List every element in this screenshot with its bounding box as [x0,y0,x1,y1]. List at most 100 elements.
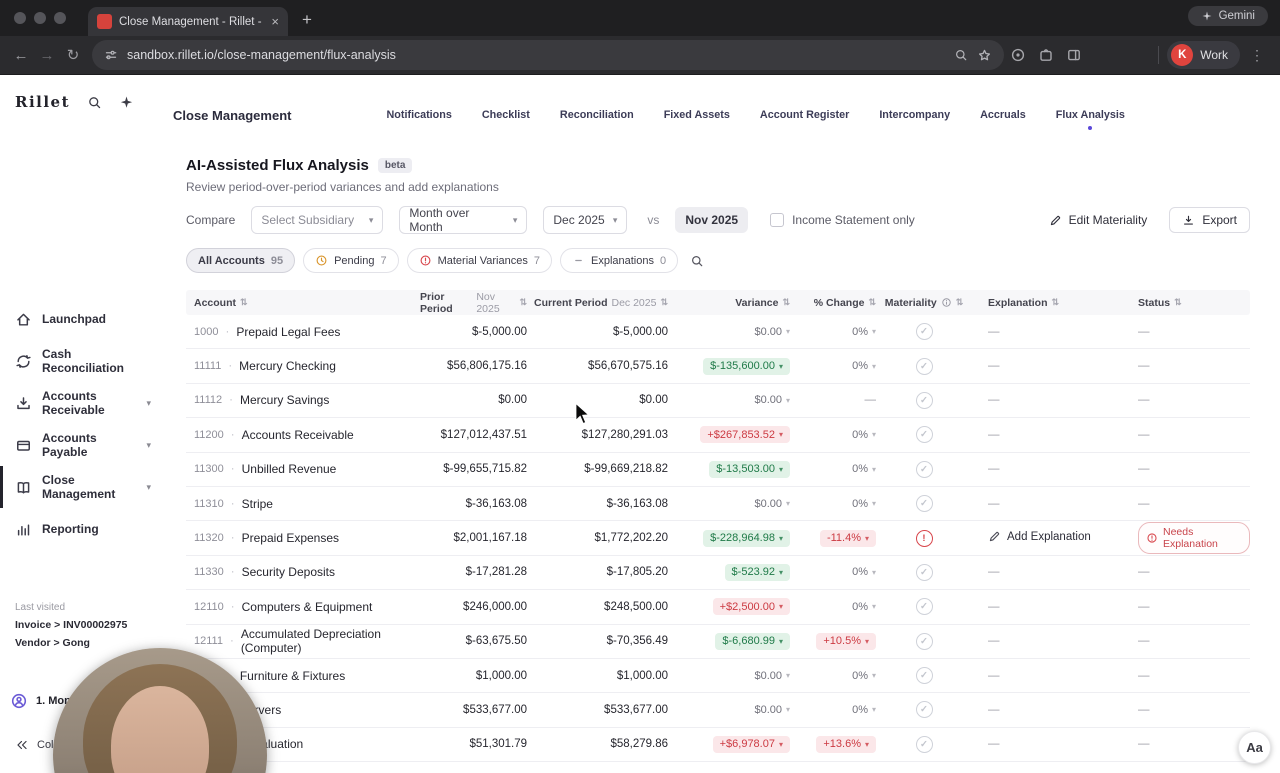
materiality-check-icon[interactable]: ✓ [915,563,933,581]
column-header-status[interactable]: Status ⇅ [1120,297,1250,309]
variance-chip[interactable]: $-13,503.00 ▾ [709,460,790,478]
variance-chip[interactable]: $-228,964.98 ▾ [703,529,790,547]
column-header-materiality[interactable]: Materiality ⇅ [880,297,968,309]
sidebar-search-icon[interactable] [87,95,102,110]
topnav-item-intercompany[interactable]: Intercompany [879,109,950,121]
browser-menu-icon[interactable]: ⋮ [1244,47,1270,64]
topnav-item-account-register[interactable]: Account Register [760,109,849,121]
sort-icon[interactable]: ⇅ [1052,297,1060,308]
variance-chip[interactable]: $0.00 ▾ [754,392,790,409]
add-explanation-button[interactable]: Add Explanation [988,530,1091,543]
variance-chip[interactable]: +$267,853.52 ▾ [700,426,790,444]
rillet-logo[interactable]: Rillet [15,93,70,111]
forward-button[interactable]: → [34,47,60,64]
sort-icon[interactable]: ⇅ [240,297,248,308]
income-statement-checkbox[interactable] [770,213,785,227]
change-chip[interactable]: 0% ▾ [852,358,876,375]
sidebar-item-accounts-payable[interactable]: Accounts Payable ▾ [0,424,163,466]
table-row[interactable]: 11320 · Prepaid Expenses $2,001,167.18 $1,77… [186,521,1250,556]
materiality-alert-icon[interactable]: ! [915,529,933,547]
extension-icon[interactable] [1010,47,1026,63]
account-name[interactable]: Security Deposits [242,565,335,579]
account-name[interactable]: Unbilled Revenue [242,462,337,476]
materiality-check-icon[interactable]: ✓ [915,667,933,685]
variance-chip[interactable]: $0.00 ▾ [754,701,790,718]
change-chip[interactable]: -11.4% ▾ [819,529,876,547]
filter-chip-explanations[interactable]: Explanations 0 [559,248,679,273]
materiality-check-icon[interactable]: ✓ [915,598,933,616]
browser-tab[interactable]: Close Management - Rillet - × [88,7,288,36]
column-header-variance[interactable]: Variance ⇅ [672,297,794,309]
extensions-puzzle-icon[interactable] [1038,47,1054,63]
sort-icon[interactable]: ⇅ [868,297,876,308]
sidebar-item-reporting[interactable]: Reporting [0,508,163,550]
variance-chip[interactable]: +$6,978.07 ▾ [712,735,790,753]
maximize-window-button[interactable] [54,12,66,24]
comparison-method-select[interactable]: Month over Month ▾ [399,206,528,234]
back-button[interactable]: ← [8,47,34,64]
account-name[interactable]: Prepaid Expenses [242,531,339,545]
url-text[interactable]: sandbox.rillet.io/close-management/flux-… [127,48,945,62]
change-chip[interactable]: +13.6% ▾ [816,735,876,753]
change-chip[interactable]: 0% ▾ [852,461,876,478]
account-name[interactable]: Furniture & Fixtures [240,669,345,683]
comparison-period-chip[interactable]: Nov 2025 [675,207,749,233]
table-row[interactable]: ·Revaluation$51,301.79$58,279.86+$6,978.… [186,728,1250,763]
edit-materiality-button[interactable]: Edit Materiality [1049,213,1147,227]
change-chip[interactable]: 0% ▾ [852,426,876,443]
column-header-change[interactable]: % Change ⇅ [794,297,880,309]
sort-icon[interactable]: ⇅ [956,297,964,308]
last-visited-link[interactable]: Vendor > Gong [15,637,127,649]
reload-button[interactable]: ↻ [60,46,86,64]
table-row[interactable]: ·Servers$533,677.00$533,677.00$0.00▾0%▾✓… [186,693,1250,728]
account-name[interactable]: Mercury Savings [240,393,329,407]
table-row[interactable]: 1000 · Prepaid Legal Fees $-5,000.00 $-5,000… [186,315,1250,350]
export-button[interactable]: Export [1169,207,1250,233]
materiality-check-icon[interactable]: ✓ [915,391,933,409]
address-search-icon[interactable] [954,48,968,62]
sidebar-item-accounts-receivable[interactable]: Accounts Receivable ▾ [0,382,163,424]
account-name[interactable]: Stripe [242,497,273,511]
table-row[interactable]: 11200 · Accounts Receivable $127,012,437.51… [186,418,1250,453]
account-name[interactable]: Mercury Checking [239,359,336,373]
table-row[interactable]: 11112 · Mercury Savings $0.00 $0.00 $0.00 ▾ — ✓ —… [186,384,1250,419]
sidebar-item-close-management[interactable]: Close Management ▾ [0,466,163,508]
account-name[interactable]: Computers & Equipment [242,600,373,614]
column-header-prior-period[interactable]: Prior Period Nov 2025 ⇅ [420,291,530,315]
minimize-window-button[interactable] [34,12,46,24]
sort-icon[interactable]: ⇅ [1174,297,1182,308]
account-name[interactable]: Prepaid Legal Fees [236,325,340,339]
change-chip[interactable]: 0% ▾ [852,598,876,615]
materiality-check-icon[interactable]: ✓ [915,460,933,478]
variance-chip[interactable]: $-6,680.99 ▾ [715,632,790,650]
profile-chip[interactable]: K Work [1167,41,1240,69]
variance-chip[interactable]: $0.00 ▾ [754,323,790,340]
topnav-item-accruals[interactable]: Accruals [980,109,1026,121]
change-chip[interactable]: 0% ▾ [852,701,876,718]
variance-chip[interactable]: $0.00 ▾ [754,667,790,684]
topnav-item-fixed-assets[interactable]: Fixed Assets [664,109,730,121]
materiality-check-icon[interactable]: ✓ [915,323,933,341]
variance-chip[interactable]: $-523.92 ▾ [724,563,790,581]
text-appearance-button[interactable]: Aa [1238,731,1271,764]
column-header-account[interactable]: Account ⇅ [186,297,420,309]
column-header-explanation[interactable]: Explanation ⇅ [968,297,1120,309]
change-chip[interactable]: 0% ▾ [852,323,876,340]
materiality-check-icon[interactable]: ✓ [915,735,933,753]
table-row[interactable]: 11111 · Mercury Checking $56,806,175.16 $56,… [186,349,1250,384]
ai-sparkle-icon[interactable] [119,95,134,110]
change-chip[interactable]: 0% ▾ [852,564,876,581]
account-name[interactable]: Accumulated Depreciation (Computer) [241,627,420,655]
topnav-item-checklist[interactable]: Checklist [482,109,530,121]
address-bar[interactable]: sandbox.rillet.io/close-management/flux-… [92,40,1004,70]
table-row[interactable]: 12110 · Computers & Equipment $246,000.00 $2… [186,590,1250,625]
filter-chip-material-variances[interactable]: Material Variances 7 [406,248,552,273]
income-statement-label[interactable]: Income Statement only [792,213,915,227]
topnav-item-notifications[interactable]: Notifications [386,109,451,121]
bookmark-star-icon[interactable] [977,48,992,63]
tab-close-icon[interactable]: × [271,14,279,29]
topnav-item-reconciliation[interactable]: Reconciliation [560,109,634,121]
last-visited-link[interactable]: Invoice > INV00002975 [15,619,127,631]
filter-chip-all-accounts[interactable]: All Accounts 95 [186,248,296,273]
table-row[interactable]: ·Furniture & Fixtures$1,000.00$1,000.00$… [186,659,1250,694]
